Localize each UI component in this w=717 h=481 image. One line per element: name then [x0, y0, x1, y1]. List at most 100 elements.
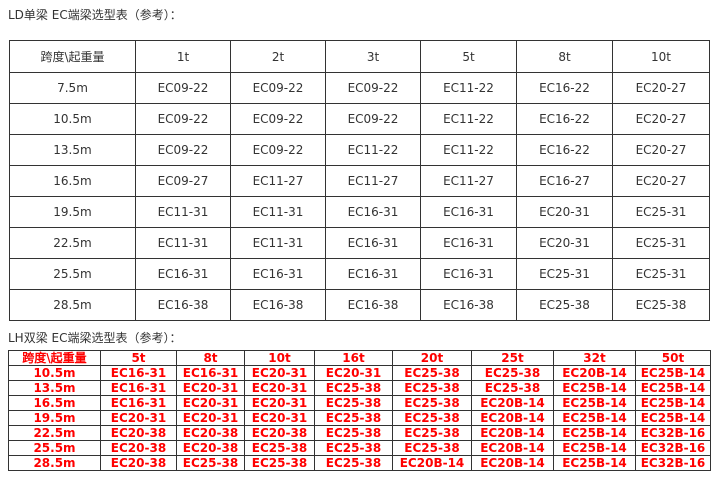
- model-cell: EC25-38: [471, 380, 554, 396]
- model-cell: EC20B-14: [471, 455, 554, 471]
- model-cell: EC16-31: [325, 227, 421, 259]
- model-cell: EC32B-16: [635, 455, 711, 471]
- model-cell: EC11-22: [420, 72, 517, 104]
- model-cell: EC20-31: [516, 196, 613, 228]
- model-cell: EC16-31: [135, 258, 231, 290]
- span-cell: 22.5m: [9, 227, 136, 259]
- model-cell: EC25-31: [516, 258, 613, 290]
- model-cell: EC16-31: [100, 380, 177, 396]
- lh-table-caption: LH双梁 EC端梁选型表（参考）：: [8, 331, 182, 345]
- model-cell: EC20-31: [176, 410, 245, 426]
- span-cell: 16.5m: [8, 395, 101, 411]
- span-cell: 13.5m: [9, 134, 136, 166]
- model-cell: EC09-22: [135, 134, 231, 166]
- model-cell: EC25-38: [612, 289, 710, 321]
- model-cell: EC11-31: [135, 196, 231, 228]
- model-cell: EC25-38: [314, 395, 393, 411]
- header-row: 跨度\起重量 1t 2t 3t 5t 8t 10t: [9, 40, 710, 73]
- model-cell: EC11-22: [420, 134, 517, 166]
- model-cell: EC25B-14: [635, 380, 711, 396]
- capacity-header: 8t: [176, 350, 245, 366]
- model-cell: EC25-31: [612, 196, 710, 228]
- model-cell: EC16-31: [230, 258, 326, 290]
- table-row: 16.5m EC09-27 EC11-27 EC11-27 EC11-27 EC16-27…: [9, 165, 710, 197]
- model-cell: EC09-22: [325, 103, 421, 135]
- table-row: 25.5m EC20-38 EC20-38 EC25-38 EC25-38 EC25-38…: [8, 440, 711, 456]
- corner-header: 跨度\起重量: [9, 40, 136, 73]
- table-row: 16.5m EC16-31 EC20-31 EC20-31 EC25-38 EC25-38…: [8, 395, 711, 411]
- model-cell: EC25B-14: [553, 440, 636, 456]
- model-cell: EC25-38: [392, 440, 472, 456]
- span-cell: 25.5m: [8, 440, 101, 456]
- model-cell: EC25-38: [314, 455, 393, 471]
- model-cell: EC20-31: [244, 380, 315, 396]
- model-cell: EC16-38: [135, 289, 231, 321]
- span-cell: 10.5m: [8, 365, 101, 381]
- capacity-header: 50t: [635, 350, 711, 366]
- model-cell: EC25-38: [516, 289, 613, 321]
- model-cell: EC20-31: [176, 380, 245, 396]
- table-row: 13.5m EC16-31 EC20-31 EC20-31 EC25-38 EC25-38…: [8, 380, 711, 396]
- model-cell: EC11-27: [420, 165, 517, 197]
- model-cell: EC25-38: [244, 440, 315, 456]
- model-cell: EC25-38: [244, 455, 315, 471]
- capacity-header: 1t: [135, 40, 231, 73]
- model-cell: EC25-38: [471, 365, 554, 381]
- model-cell: EC25-38: [392, 425, 472, 441]
- span-cell: 19.5m: [8, 410, 101, 426]
- model-cell: EC16-22: [516, 72, 613, 104]
- model-cell: EC16-31: [325, 196, 421, 228]
- model-cell: EC20-38: [176, 425, 245, 441]
- model-cell: EC09-22: [135, 72, 231, 104]
- capacity-header: 16t: [314, 350, 393, 366]
- model-cell: EC20B-14: [471, 425, 554, 441]
- table-row: 10.5m EC16-31 EC16-31 EC20-31 EC20-31 EC25-38…: [8, 365, 711, 381]
- model-cell: EC16-31: [420, 258, 517, 290]
- ld-selection-table: 跨度\起重量 1t 2t 3t 5t 8t 10t 7.5m EC09-22 EC09-22 EC0…: [9, 40, 710, 321]
- model-cell: EC25-31: [612, 258, 710, 290]
- model-cell: EC16-31: [420, 196, 517, 228]
- model-cell: EC20-27: [612, 103, 710, 135]
- model-cell: EC20-38: [244, 425, 315, 441]
- capacity-header: 5t: [420, 40, 517, 73]
- model-cell: EC16-31: [100, 365, 177, 381]
- model-cell: EC25-38: [314, 440, 393, 456]
- table-row: 10.5m EC09-22 EC09-22 EC09-22 EC11-22 EC16-22…: [9, 103, 710, 135]
- table-row: 22.5m EC20-38 EC20-38 EC20-38 EC25-38 EC25-38…: [8, 425, 711, 441]
- span-cell: 25.5m: [9, 258, 136, 290]
- model-cell: EC25B-14: [635, 395, 711, 411]
- capacity-header: 3t: [325, 40, 421, 73]
- span-cell: 28.5m: [8, 455, 101, 471]
- model-cell: EC11-22: [420, 103, 517, 135]
- model-cell: EC20-31: [516, 227, 613, 259]
- model-cell: EC16-38: [420, 289, 517, 321]
- model-cell: EC20-31: [244, 395, 315, 411]
- corner-header: 跨度\起重量: [8, 350, 101, 366]
- model-cell: EC25-38: [392, 380, 472, 396]
- table-row: 19.5m EC11-31 EC11-31 EC16-31 EC16-31 EC20-31…: [9, 196, 710, 228]
- model-cell: EC16-31: [100, 395, 177, 411]
- model-cell: EC11-31: [230, 196, 326, 228]
- span-cell: 10.5m: [9, 103, 136, 135]
- ld-table-caption: LD单梁 EC端梁选型表（参考）：: [8, 8, 182, 22]
- table-row: 28.5m EC16-38 EC16-38 EC16-38 EC16-38 EC25-38…: [9, 289, 710, 321]
- table-row: 28.5m EC20-38 EC25-38 EC25-38 EC25-38 EC20B-1…: [8, 455, 711, 471]
- model-cell: EC20-31: [100, 410, 177, 426]
- model-cell: EC09-22: [230, 103, 326, 135]
- model-cell: EC25B-14: [635, 365, 711, 381]
- capacity-header: 5t: [100, 350, 177, 366]
- model-cell: EC25B-14: [553, 380, 636, 396]
- model-cell: EC20-27: [612, 134, 710, 166]
- table-row: 22.5m EC11-31 EC11-31 EC16-31 EC16-31 EC20-31…: [9, 227, 710, 259]
- model-cell: EC20-38: [100, 425, 177, 441]
- model-cell: EC20-31: [244, 365, 315, 381]
- model-cell: EC11-22: [325, 134, 421, 166]
- model-cell: EC25B-14: [553, 410, 636, 426]
- capacity-header: 10t: [244, 350, 315, 366]
- model-cell: EC09-22: [230, 72, 326, 104]
- model-cell: EC16-22: [516, 103, 613, 135]
- model-cell: EC20-31: [176, 395, 245, 411]
- model-cell: EC09-22: [135, 103, 231, 135]
- span-cell: 16.5m: [9, 165, 136, 197]
- model-cell: EC25B-14: [553, 455, 636, 471]
